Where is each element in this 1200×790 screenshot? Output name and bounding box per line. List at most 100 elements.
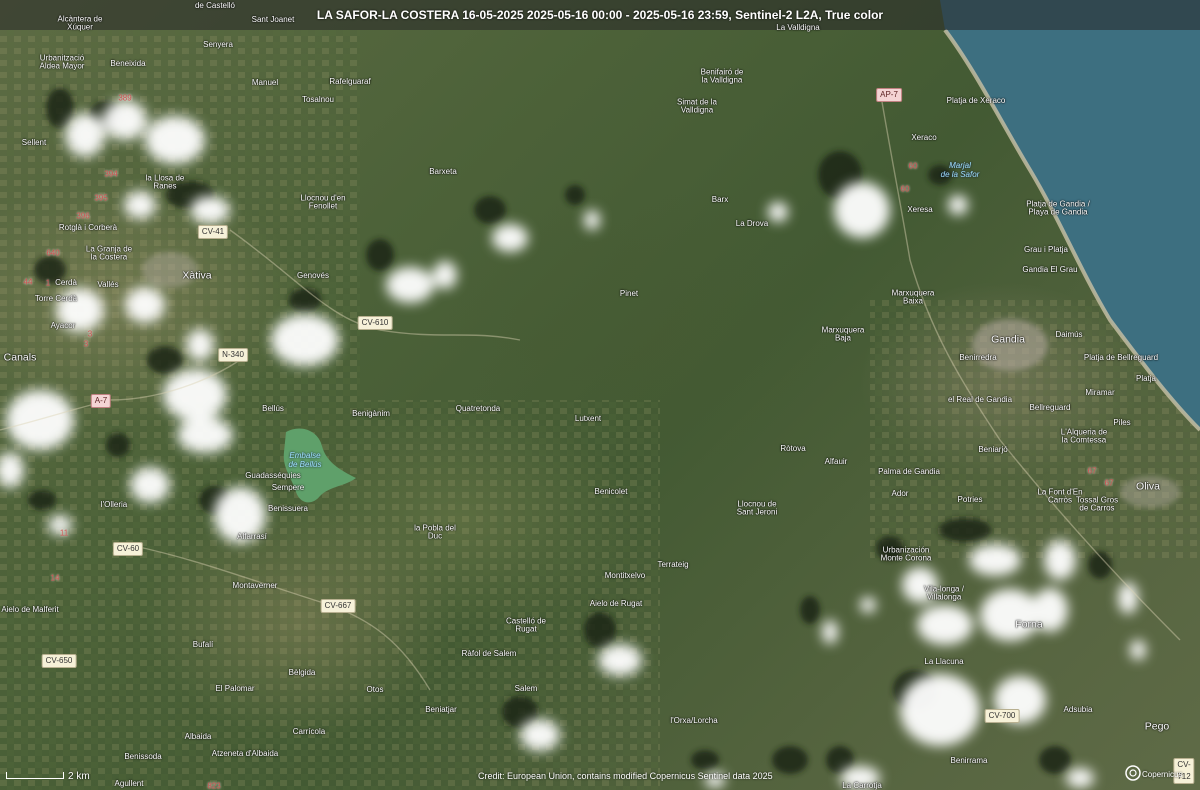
road-shield: CV-610: [357, 316, 393, 330]
place-label: Rafelguaraf: [329, 76, 371, 86]
place-label: Gandia: [991, 333, 1025, 346]
route-number: 394: [104, 169, 118, 179]
place-label: Barxeta: [429, 166, 457, 176]
place-label: Benirrama: [950, 755, 988, 765]
road-shield: CV-60: [112, 542, 144, 556]
route-number: 395: [94, 193, 108, 203]
place-label: Platja de Bellreguard: [1083, 352, 1159, 362]
terrain-layer: [0, 0, 1200, 790]
place-label: Genovés: [296, 270, 330, 280]
place-label: Barx: [711, 194, 729, 204]
place-label: Agullent: [114, 778, 144, 788]
place-label: Albaida: [184, 731, 212, 741]
place-label: Benifairó de la Valldigna: [700, 67, 744, 85]
place-label: l'Olleria: [100, 499, 128, 509]
route-number: 823: [207, 781, 221, 790]
road-shield: N-340: [218, 348, 248, 362]
place-label: La Carrotja: [842, 780, 882, 790]
place-label: la Pobla del Duc: [414, 523, 456, 541]
place-label: Benicolet: [594, 486, 628, 496]
place-label: Potries: [957, 494, 983, 504]
place-label: Alfarrasí: [237, 531, 267, 541]
place-label: Llocnou d'en Fenollet: [300, 193, 346, 211]
place-label: La Llacuna: [924, 656, 964, 666]
place-label: Ayacor: [50, 320, 76, 330]
map-title: LA SAFOR-LA COSTERA 16-05-2025 2025-05-1…: [316, 8, 884, 22]
route-number: 60: [900, 184, 910, 194]
place-label: Benissuera: [267, 503, 309, 513]
place-label: Piles: [1113, 417, 1131, 427]
reservoir-label: Embalse de Bellús: [288, 451, 322, 469]
place-label: Aielo de Rugat: [589, 598, 643, 608]
place-label: Urbanització Aldea Mayor: [39, 53, 85, 71]
place-label: L'Alqueria de la Comtessa: [1060, 427, 1108, 445]
place-label: La Valldigna: [776, 22, 820, 32]
route-number: 396: [76, 211, 90, 221]
place-label: Oliva: [1136, 480, 1160, 493]
place-label: La Granja de la Costera: [85, 244, 133, 262]
place-label: Xeraco: [911, 132, 937, 142]
road-shield: CV-41: [197, 225, 229, 239]
place-label: Marxuquera Baixa: [891, 288, 935, 306]
road-shield: CV-700: [984, 709, 1020, 723]
satellite-map[interactable]: LA SAFOR-LA COSTERA 16-05-2025 2025-05-1…: [0, 0, 1200, 790]
place-label: Urbanización Monte Corona: [880, 545, 932, 563]
place-label: Otos: [366, 684, 384, 694]
place-label: Bellreguard: [1029, 402, 1071, 412]
place-label: Sempere: [271, 482, 305, 492]
marsh-label: Marjal de la Safor: [940, 161, 980, 179]
route-number: 14: [50, 573, 60, 583]
place-label: Vila-longa / Villalonga: [924, 584, 964, 602]
place-label: Daimús: [1055, 329, 1083, 339]
route-number: 44: [23, 277, 33, 287]
place-label: Canals: [3, 351, 37, 364]
place-label: Benirredra: [959, 352, 997, 362]
place-label: Miramar: [1085, 387, 1115, 397]
place-label: Beniarjó: [978, 444, 1008, 454]
place-label: Alcàntera de Xúquer: [57, 14, 103, 32]
route-number: 640: [46, 248, 60, 258]
place-label: Forna: [1015, 618, 1043, 631]
road-shield: CV-667: [320, 599, 356, 613]
place-label: Aielo de Malferit: [1, 604, 59, 614]
credit-text: Credit: European Union, contains modifie…: [478, 771, 773, 781]
place-label: Bèlgida: [288, 667, 316, 677]
place-label: Marxuquera Baja: [821, 325, 865, 343]
place-label: Vallés: [97, 279, 119, 289]
place-label: Quatretonda: [455, 403, 501, 413]
place-label: Platja de Xeraco: [946, 95, 1006, 105]
place-label: Rotglà i Corberà: [58, 222, 118, 232]
place-label: Castelló de Rugat: [505, 616, 547, 634]
place-label: Simat de la Valldigna: [676, 97, 718, 115]
place-label: Salem: [514, 683, 538, 693]
route-number: 67: [1104, 478, 1114, 488]
route-number: 389: [118, 93, 132, 103]
place-label: Tosalnou: [301, 94, 335, 104]
place-label: Beniatjar: [425, 704, 457, 714]
place-label: l'Orxa/Lorcha: [670, 715, 718, 725]
place-label: Pinet: [619, 288, 639, 298]
place-label: Atzeneta d'Albaida: [211, 748, 279, 758]
place-label: Bellús: [262, 403, 284, 413]
place-label: Bufalí: [192, 639, 214, 649]
place-label: Guadasséquies: [245, 470, 301, 480]
place-label: La Drova: [735, 218, 769, 228]
scale-label: 2 km: [68, 771, 90, 782]
place-label: Beneixida: [110, 58, 146, 68]
place-label: Cerdà: [55, 277, 77, 287]
place-label: Pego: [1144, 720, 1170, 733]
route-number: 67: [1087, 466, 1097, 476]
route-number: 11: [59, 528, 69, 538]
place-label: Manuel: [251, 77, 279, 87]
place-label: Xàtiva: [182, 269, 212, 282]
place-label: Terrateig: [657, 559, 689, 569]
map-title-bar: LA SAFOR-LA COSTERA 16-05-2025 2025-05-1…: [0, 0, 1200, 30]
road-shield: CV-650: [41, 654, 77, 668]
place-label: Gandia El Grau: [1022, 264, 1078, 274]
place-label: Sellent: [21, 137, 47, 147]
route-number: 60: [908, 161, 918, 171]
place-label: Platja: [1135, 373, 1157, 383]
place-label: Platja de Gandia / Playa de Gandia: [1026, 199, 1090, 217]
road-shield: A-7: [90, 394, 112, 408]
logo-text: Copernicus: [1142, 770, 1183, 779]
